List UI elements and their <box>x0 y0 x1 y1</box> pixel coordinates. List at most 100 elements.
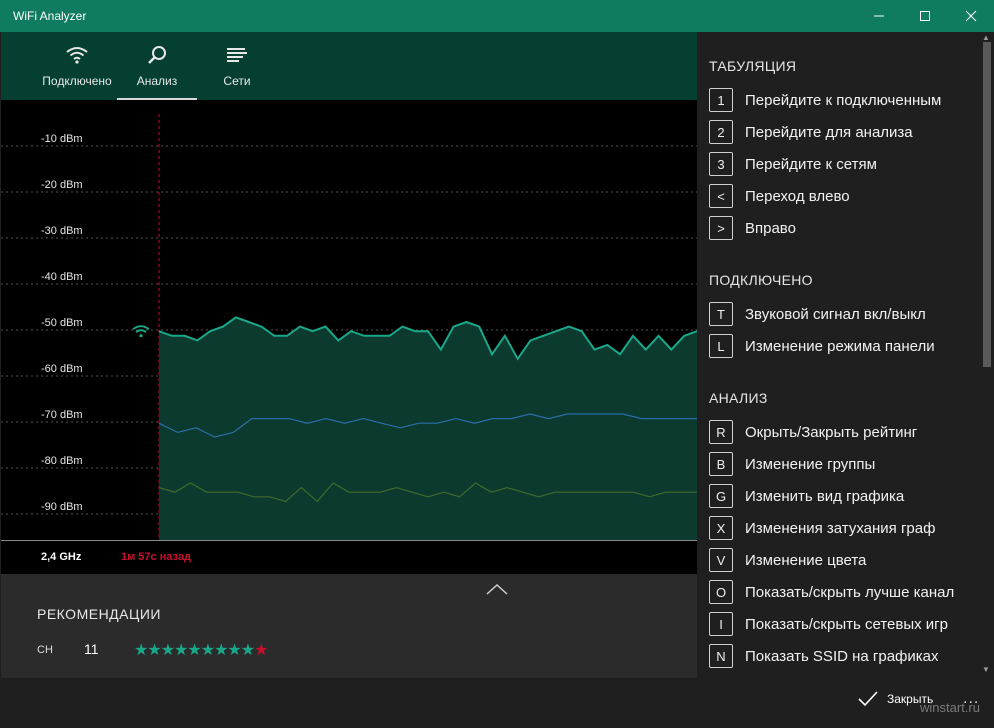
rating-star: ★ <box>147 642 161 659</box>
y-tick-label: -60 dBm <box>41 363 83 375</box>
shortcut-label: Изменение режима панели <box>745 337 935 355</box>
scroll-down-icon[interactable]: ▼ <box>982 666 990 674</box>
shortcut-label: Показать/скрыть сетевых игр <box>745 615 948 633</box>
shortcut-item: N Показать SSID на графиках <box>709 644 939 668</box>
signal-chart: -10 dBm -20 dBm -30 dBm -40 dBm -50 dBm -60 d… <box>1 100 697 574</box>
shortcut-label: Звуковой сигнал вкл/выкл <box>745 305 926 323</box>
shortcut-key: 1 <box>709 88 733 112</box>
shortcut-key: 2 <box>709 120 733 144</box>
shortcut-label: Показать SSID на графиках <box>745 647 939 665</box>
checkmark-icon <box>858 691 878 707</box>
scroll-up-icon[interactable]: ▲ <box>982 34 990 42</box>
rating-star: ★ <box>187 642 201 659</box>
rating-star: ★ <box>160 642 175 659</box>
shortcut-item: X Изменения затухания граф <box>709 516 935 540</box>
shortcut-key: X <box>709 516 733 540</box>
y-tick-label: -40 dBm <box>41 271 83 283</box>
shortcuts-panel: ▲ ▼ ТАБУЛЯЦИЯ 1 Перейдите к подключенным 2 П… <box>697 32 994 676</box>
minimize-icon <box>874 15 884 17</box>
shortcut-label: Изменение цвета <box>745 551 867 569</box>
bottom-strip <box>1 678 697 728</box>
shortcut-key: 3 <box>709 152 733 176</box>
shortcut-item: 1 Перейдите к подключенным <box>709 88 941 112</box>
panel-scrollbar[interactable] <box>983 42 991 367</box>
connected-wifi-icon <box>132 325 150 338</box>
tab-analysis-label: Анализ <box>136 74 178 88</box>
shortcut-key: L <box>709 334 733 358</box>
shortcut-key: N <box>709 644 733 668</box>
shortcut-item: 2 Перейдите для анализа <box>709 120 913 144</box>
nav-bar: Подключено Анализ Сети <box>1 32 697 100</box>
shortcut-item: > Вправо <box>709 216 796 240</box>
frequency-label: 2,4 GHz <box>41 551 82 563</box>
title-bar: WiFi Analyzer <box>0 0 994 32</box>
y-tick-label: -20 dBm <box>41 179 83 191</box>
recommendations-panel: РЕКОМЕНДАЦИИ CH 11 ★★★★★★★★★★ <box>1 574 697 678</box>
channel-label: CH <box>37 644 53 656</box>
shortcut-item: R Окрыть/Закрыть рейтинг <box>709 420 917 444</box>
shortcut-label: Перейдите к сетям <box>745 155 877 173</box>
tab-connected-label: Подключено <box>42 74 112 88</box>
shortcut-item: L Изменение режима панели <box>709 334 935 358</box>
shortcut-key: T <box>709 302 733 326</box>
rating-star: ★ <box>174 642 188 659</box>
tab-analysis[interactable]: Анализ <box>117 32 197 100</box>
shortcut-item: V Изменение цвета <box>709 548 866 572</box>
rating-star: ★ <box>227 642 241 659</box>
shortcut-key: R <box>709 420 733 444</box>
chevron-up-icon[interactable] <box>485 582 509 601</box>
y-tick-label: -80 dBm <box>41 455 83 467</box>
section-title: АНАЛИЗ <box>709 390 768 406</box>
shortcut-item: T Звуковой сигнал вкл/выкл <box>709 302 926 326</box>
tab-connected[interactable]: Подключено <box>37 32 117 100</box>
tab-networks-label: Сети <box>223 74 251 88</box>
window-controls <box>856 0 994 32</box>
rating-star: ★ <box>134 642 148 659</box>
time-ago-label: 1м 57с назад <box>121 551 192 563</box>
channel-value: 11 <box>84 641 99 657</box>
channel-rating: ★★★★★★★★★★ <box>134 640 268 660</box>
shortcut-label: Изменения затухания граф <box>745 519 936 537</box>
rating-star: ★ <box>214 642 228 659</box>
shortcut-item: < Переход влево <box>709 184 850 208</box>
y-tick-label: -50 dBm <box>41 317 83 329</box>
y-tick-label: -10 dBm <box>41 133 83 145</box>
shortcut-item: I Показать/скрыть сетевых игр <box>709 612 948 636</box>
shortcut-key: < <box>709 184 733 208</box>
recommendations-title: РЕКОМЕНДАЦИИ <box>37 606 161 622</box>
tab-networks[interactable]: Сети <box>197 32 277 100</box>
maximize-icon <box>920 11 930 21</box>
section-title: ТАБУЛЯЦИЯ <box>709 58 797 74</box>
shortcut-label: Перейдите к подключенным <box>745 91 942 109</box>
signal-chart-svg: -10 dBm -20 dBm -30 dBm -40 dBm -50 dBm -60 d… <box>1 114 697 540</box>
shortcut-key: O <box>709 580 733 604</box>
shortcut-item: O Показать/скрыть лучше канал <box>709 580 954 604</box>
close-icon <box>965 10 977 22</box>
rating-star: ★ <box>240 642 255 659</box>
shortcut-item: B Изменение группы <box>709 452 875 476</box>
y-tick-label: -90 dBm <box>41 501 83 513</box>
shortcut-label: Перейдите для анализа <box>745 123 913 141</box>
analysis-view: Подключено Анализ Сети -10 dBm -20 dBm -… <box>1 32 697 728</box>
y-tick-label: -30 dBm <box>41 225 83 237</box>
shortcut-item: 3 Перейдите к сетям <box>709 152 877 176</box>
minimize-button[interactable] <box>856 0 902 32</box>
shortcut-label: Показать/скрыть лучше канал <box>745 583 955 601</box>
rating-star: ★ <box>254 642 268 659</box>
shortcut-key: B <box>709 452 733 476</box>
shortcut-key: G <box>709 484 733 508</box>
shortcut-label: Окрыть/Закрыть рейтинг <box>745 423 918 441</box>
close-window-button[interactable] <box>948 0 994 32</box>
shortcut-label: Переход влево <box>745 187 850 205</box>
shortcut-key: I <box>709 612 733 636</box>
shortcut-key: V <box>709 548 733 572</box>
chart-footer: 2,4 GHz 1м 57с назад <box>1 540 697 574</box>
list-icon <box>225 44 249 66</box>
section-title: ПОДКЛЮЧЕНО <box>709 272 813 288</box>
magnifier-icon <box>146 44 168 66</box>
maximize-button[interactable] <box>902 0 948 32</box>
shortcut-key: > <box>709 216 733 240</box>
y-tick-label: -70 dBm <box>41 409 83 421</box>
window-title: WiFi Analyzer <box>13 9 87 23</box>
shortcut-label: Изменить вид графика <box>745 487 905 505</box>
